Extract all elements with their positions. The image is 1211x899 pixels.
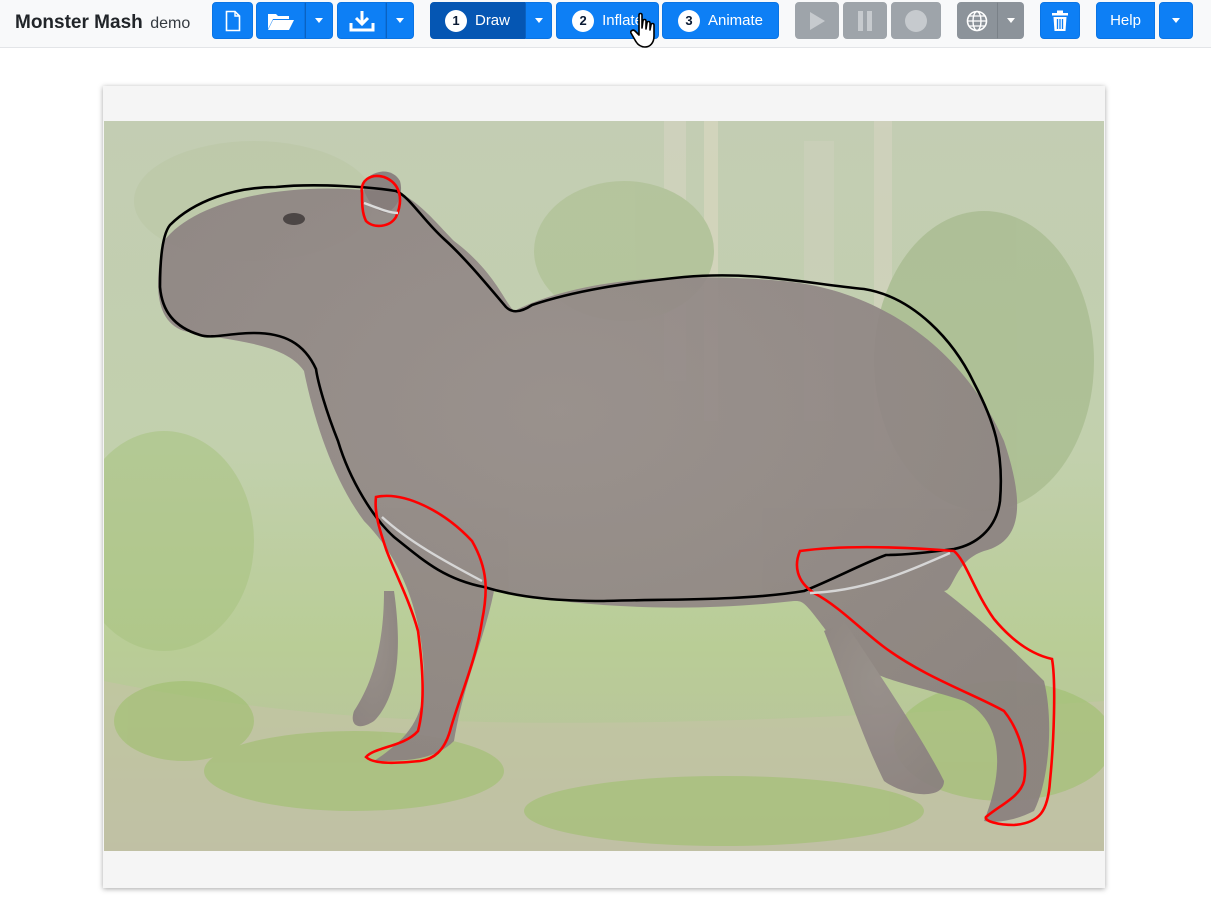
help-dropdown-toggle[interactable] bbox=[1159, 2, 1193, 39]
download-icon bbox=[349, 10, 374, 31]
step-number: 3 bbox=[677, 9, 700, 32]
chevron-down-icon bbox=[396, 18, 404, 23]
mode-draw-content: 1 Draw bbox=[444, 9, 510, 32]
mode-draw-button[interactable]: 1 Draw bbox=[430, 2, 525, 39]
save-button[interactable] bbox=[337, 2, 386, 39]
capybara-photo[interactable] bbox=[104, 121, 1104, 851]
language-dropdown-toggle[interactable] bbox=[997, 2, 1024, 39]
file-icon bbox=[225, 10, 240, 31]
mode-animate-label: Animate bbox=[707, 12, 764, 29]
play-icon bbox=[810, 11, 825, 30]
new-button[interactable] bbox=[212, 2, 253, 39]
app-brand: Monster Mash demo bbox=[15, 12, 190, 34]
mode-inflate-content: 2 Inflate bbox=[572, 9, 643, 32]
mode-animate-button[interactable]: 3 Animate bbox=[662, 2, 779, 39]
drawing-canvas[interactable] bbox=[103, 86, 1105, 888]
chevron-down-icon bbox=[315, 18, 323, 23]
mode-inflate-button[interactable]: 2 Inflate bbox=[556, 2, 659, 39]
help-label: Help bbox=[1110, 12, 1141, 29]
save-dropdown-toggle[interactable] bbox=[386, 2, 414, 39]
record-icon bbox=[905, 9, 927, 32]
folder-open-icon bbox=[267, 13, 294, 30]
trash-icon bbox=[1052, 10, 1068, 31]
step-number: 1 bbox=[444, 9, 467, 32]
language-button[interactable] bbox=[957, 2, 997, 39]
globe-icon bbox=[966, 10, 988, 31]
clear-button[interactable] bbox=[1040, 2, 1080, 39]
pause-button[interactable] bbox=[843, 2, 887, 39]
help-button[interactable]: Help bbox=[1096, 2, 1155, 39]
draw-dropdown-toggle[interactable] bbox=[525, 2, 552, 39]
toolbar: Monster Mash demo 1 Draw 2 Inflate 3 Ani… bbox=[0, 0, 1211, 48]
mode-animate-content: 3 Animate bbox=[677, 9, 764, 32]
mode-draw-label: Draw bbox=[474, 12, 510, 29]
pause-icon bbox=[858, 10, 872, 31]
chevron-down-icon bbox=[534, 18, 543, 23]
mode-inflate-label: Inflate bbox=[602, 12, 643, 29]
open-button[interactable] bbox=[256, 2, 305, 39]
chevron-down-icon bbox=[1172, 18, 1180, 23]
app-subtitle: demo bbox=[150, 15, 191, 32]
play-button[interactable] bbox=[795, 2, 839, 39]
app-title: Monster Mash bbox=[15, 12, 143, 33]
open-dropdown-toggle[interactable] bbox=[305, 2, 333, 39]
step-number: 2 bbox=[572, 9, 595, 32]
record-button[interactable] bbox=[891, 2, 941, 39]
chevron-down-icon bbox=[1006, 18, 1015, 23]
